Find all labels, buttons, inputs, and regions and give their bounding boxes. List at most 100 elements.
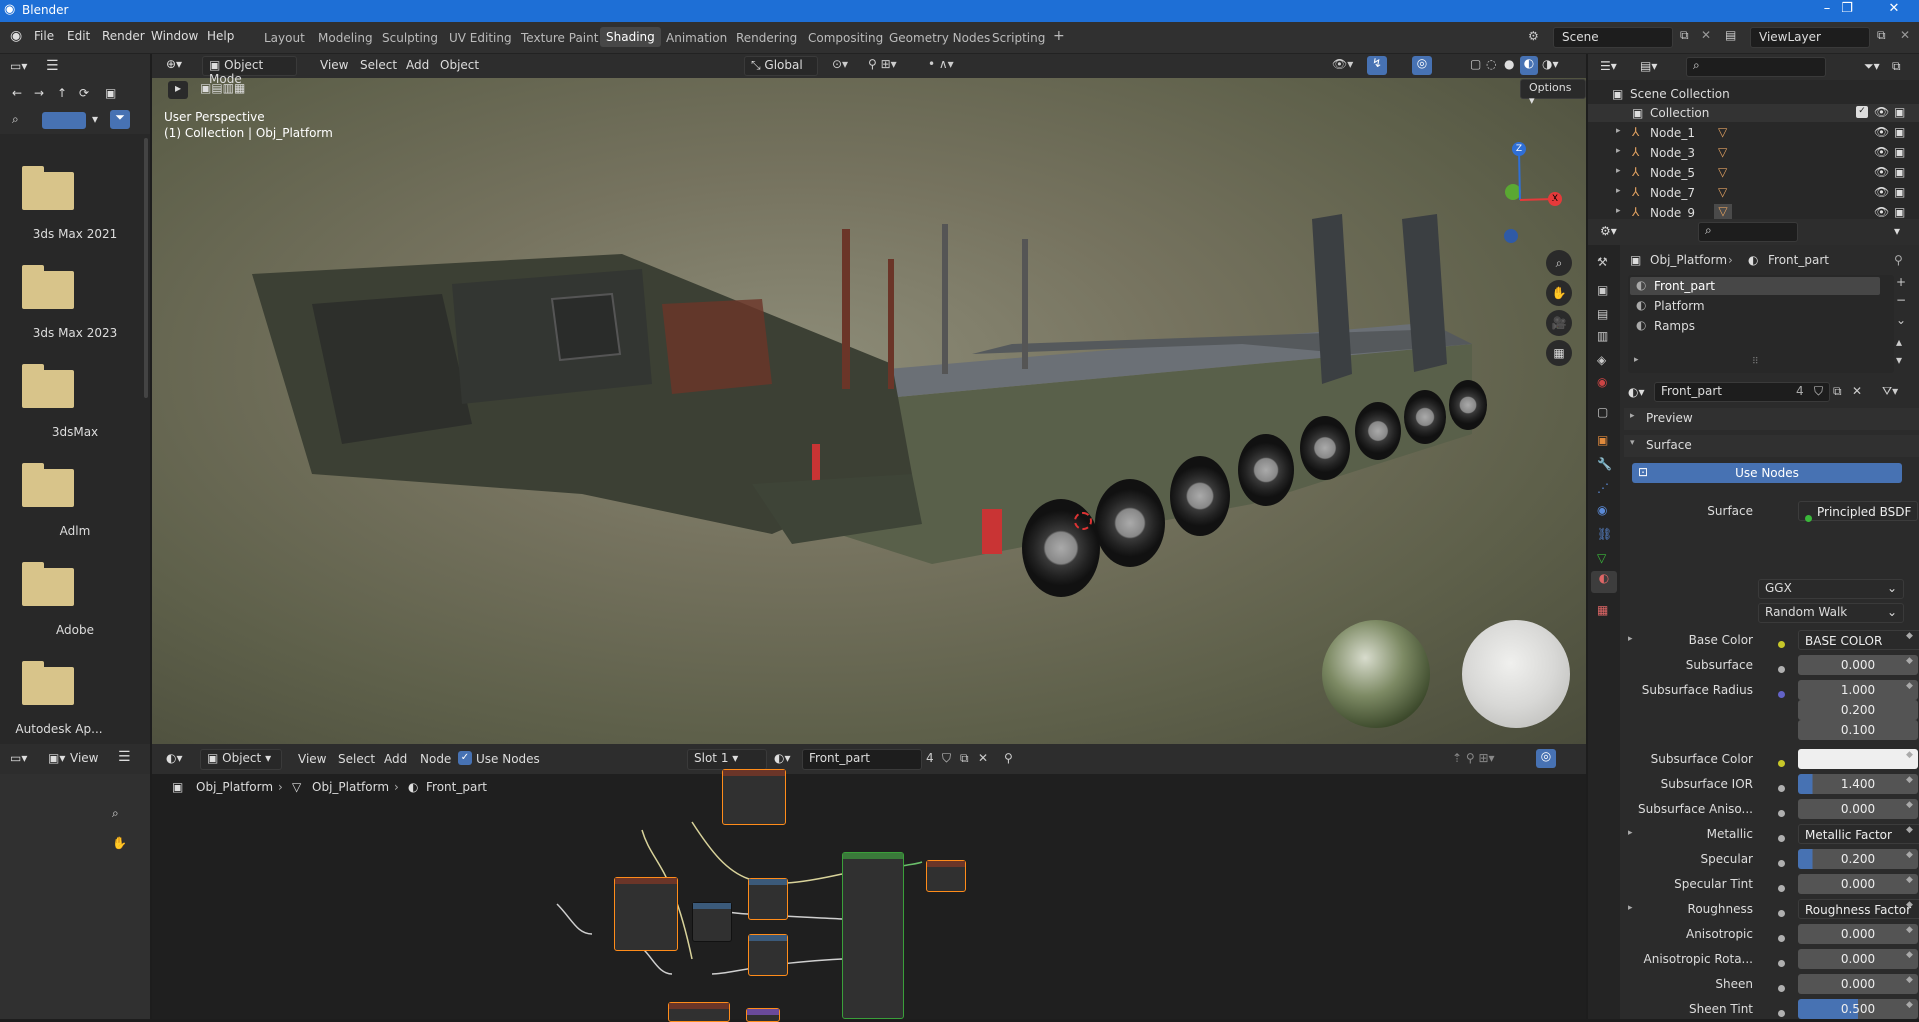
folder-icon[interactable] bbox=[22, 166, 74, 210]
outliner-editor-type-icon[interactable]: ☰▾ bbox=[1600, 59, 1617, 73]
render-camera-icon[interactable]: ▣ bbox=[1894, 145, 1905, 159]
slot-menu-icon[interactable]: ⌄ bbox=[1896, 313, 1906, 327]
material-tab-icon[interactable]: ◐ bbox=[1591, 571, 1617, 593]
search-icon[interactable]: ⌕ bbox=[12, 112, 19, 127]
socket-icon[interactable] bbox=[1778, 806, 1785, 820]
keyframe-icon[interactable]: ◆ bbox=[1906, 850, 1913, 860]
image-texture-node[interactable] bbox=[722, 769, 786, 825]
math-node[interactable] bbox=[748, 878, 788, 920]
socket-icon[interactable] bbox=[1778, 637, 1785, 651]
surface-shader-field[interactable]: Principled BSDF bbox=[1798, 501, 1918, 522]
render-camera-icon[interactable]: ▣ bbox=[1894, 205, 1905, 219]
proportional-editing-icon[interactable]: • ∧▾ bbox=[928, 57, 954, 71]
tab-rendering[interactable]: Rendering bbox=[736, 31, 797, 45]
viewport-options-button[interactable]: Options ▾ bbox=[1520, 79, 1586, 107]
physics-tab-icon[interactable]: ◉ bbox=[1597, 503, 1607, 517]
new-collection-icon[interactable]: ⧉ bbox=[1892, 59, 1901, 74]
3d-cursor-icon[interactable] bbox=[1074, 512, 1092, 530]
tab-texture-paint[interactable]: Texture Paint bbox=[521, 31, 598, 45]
back-arrow-icon[interactable]: ← bbox=[12, 86, 22, 100]
move-down-icon[interactable]: ▾ bbox=[1896, 353, 1902, 367]
roughness-link-field[interactable]: Roughness Factor bbox=[1798, 899, 1919, 919]
filter-icon[interactable]: ⏷▾ bbox=[1864, 59, 1880, 74]
fake-user-shield-icon[interactable]: ⛉ bbox=[1814, 384, 1823, 399]
specular-tint-field[interactable]: 0.000 bbox=[1798, 874, 1918, 894]
tab-shading[interactable]: Shading bbox=[600, 27, 661, 47]
perspective-toggle-icon[interactable]: ▦ bbox=[1546, 340, 1572, 366]
subsurface-radius-z-field[interactable]: 0.100 bbox=[1798, 720, 1918, 740]
node-link-icon[interactable]: ⛛▾ bbox=[1882, 384, 1898, 399]
keyframe-icon[interactable]: ◆ bbox=[1906, 656, 1913, 666]
list-resize-grip[interactable]: ⠿ bbox=[1752, 357, 1759, 367]
properties-search-input[interactable]: ⌕ bbox=[1698, 222, 1798, 242]
output-tab-icon[interactable]: ▤ bbox=[1597, 307, 1608, 321]
keyframe-icon[interactable]: ◆ bbox=[1906, 975, 1913, 985]
expand-arrow-icon[interactable]: ▸ bbox=[1616, 126, 1621, 136]
unlink-material-icon[interactable]: ✕ bbox=[1852, 384, 1862, 398]
viewport-menu-select[interactable]: Select bbox=[360, 58, 397, 72]
expand-arrow-icon[interactable]: ▸ bbox=[1628, 828, 1633, 838]
preview-panel-header[interactable]: ▸ Preview bbox=[1624, 408, 1919, 430]
menu-edit[interactable]: Edit bbox=[67, 29, 90, 43]
socket-icon[interactable] bbox=[1778, 931, 1785, 945]
socket-icon[interactable] bbox=[1778, 981, 1785, 995]
pin-icon[interactable]: ⚲ bbox=[1894, 253, 1903, 267]
specular-field[interactable]: 0.200 bbox=[1798, 849, 1918, 869]
collection-tab-icon[interactable]: ▢ bbox=[1597, 405, 1608, 419]
view-layer-icon[interactable]: ▤ bbox=[1725, 28, 1736, 42]
selection-mode-icons[interactable]: ▣▤▥▦ bbox=[200, 81, 245, 95]
tab-animation[interactable]: Animation bbox=[666, 31, 727, 45]
object-mode-selector[interactable]: ▣ Object Mode bbox=[202, 56, 297, 86]
blender-menu-icon[interactable]: ◉ bbox=[10, 28, 22, 44]
new-view-layer-icon[interactable]: ⧉ bbox=[1877, 28, 1886, 43]
editor-type-icon[interactable]: ▭▾ bbox=[10, 59, 27, 73]
expand-arrow-icon[interactable]: ▸ bbox=[1628, 634, 1633, 644]
camera-view-icon[interactable]: 🎥 bbox=[1546, 310, 1572, 336]
subsurface-color-swatch[interactable] bbox=[1798, 749, 1918, 769]
subsurface-ior-field[interactable]: 1.400 bbox=[1798, 774, 1918, 794]
new-scene-icon[interactable]: ⧉ bbox=[1680, 28, 1689, 43]
sheen-field[interactable]: 0.000 bbox=[1798, 974, 1918, 994]
mesh-data-icon[interactable]: ▽ bbox=[1718, 145, 1727, 159]
keyframe-icon[interactable]: ◆ bbox=[1906, 1000, 1913, 1010]
socket-icon[interactable] bbox=[1778, 781, 1785, 795]
image-icon[interactable]: ▣▾ bbox=[48, 751, 65, 765]
visibility-eye-icon[interactable]: 👁 bbox=[1874, 145, 1889, 159]
menu-help[interactable]: Help bbox=[207, 29, 234, 43]
socket-icon[interactable] bbox=[1778, 856, 1785, 870]
principled-bsdf-node[interactable] bbox=[842, 852, 904, 1019]
image-texture-node[interactable] bbox=[668, 1002, 730, 1022]
new-folder-icon[interactable]: ▣ bbox=[105, 86, 116, 100]
tab-uv-editing[interactable]: UV Editing bbox=[449, 31, 512, 45]
render-camera-icon[interactable]: ▣ bbox=[1894, 165, 1905, 179]
math-node[interactable] bbox=[748, 934, 788, 976]
material-slot-item[interactable]: ◐ Front_part bbox=[1630, 277, 1880, 295]
restore-icon[interactable]: ❐ bbox=[1833, 1, 1861, 16]
particles-tab-icon[interactable]: ⋰ bbox=[1597, 481, 1609, 495]
keyframe-icon[interactable]: ◆ bbox=[1906, 631, 1913, 641]
base-color-link-field[interactable]: BASE COLOR bbox=[1798, 630, 1919, 650]
hamburger-menu-icon[interactable]: ☰ bbox=[118, 749, 131, 765]
refresh-icon[interactable]: ⟳ bbox=[79, 86, 89, 100]
anisotropic-rotation-field[interactable]: 0.000 bbox=[1798, 949, 1918, 969]
folder-icon[interactable] bbox=[22, 364, 74, 408]
socket-icon[interactable] bbox=[1778, 956, 1785, 970]
properties-options-icon[interactable]: ▾ bbox=[1894, 224, 1900, 238]
overlay-toggle-icon[interactable]: ◎ bbox=[1412, 56, 1432, 75]
gizmo-toggle-icon[interactable]: ↯ bbox=[1367, 56, 1387, 75]
expand-arrow-icon[interactable]: ▸ bbox=[1616, 206, 1621, 216]
render-camera-icon[interactable]: ▣ bbox=[1894, 185, 1905, 199]
modifiers-tab-icon[interactable]: 🔧 bbox=[1597, 457, 1612, 471]
separate-color-node[interactable] bbox=[692, 902, 732, 942]
shading-solid-icon[interactable]: ● bbox=[1504, 57, 1514, 71]
viewport-editor-type-icon[interactable]: ⊕▾ bbox=[166, 57, 182, 71]
keyframe-icon[interactable]: ◆ bbox=[1906, 925, 1913, 935]
visibility-eye-icon[interactable]: 👁 bbox=[1874, 185, 1889, 199]
image-view-menu[interactable]: View bbox=[70, 751, 98, 765]
expand-arrow-icon[interactable]: ▸ bbox=[1634, 355, 1639, 365]
visibility-icon[interactable]: 👁▾ bbox=[1332, 57, 1353, 71]
socket-icon[interactable] bbox=[1778, 756, 1785, 770]
remove-slot-icon[interactable]: − bbox=[1896, 293, 1906, 307]
remove-scene-icon[interactable]: ✕ bbox=[1701, 28, 1711, 42]
keyframe-icon[interactable]: ◆ bbox=[1906, 900, 1913, 910]
